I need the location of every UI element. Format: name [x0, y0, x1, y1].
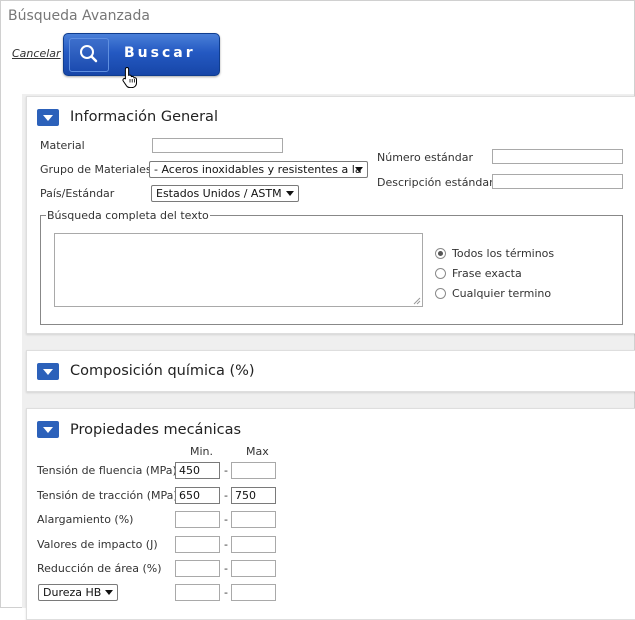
general-info-title: Información General [70, 109, 218, 125]
page-title: Búsqueda Avanzada [8, 8, 150, 24]
search-icon [69, 38, 109, 72]
max-column-header: Max [246, 445, 269, 458]
fulltext-search-textarea[interactable] [54, 233, 423, 307]
chemical-composition-title: Composición química (%) [70, 363, 255, 379]
hand-cursor-icon [122, 66, 137, 88]
elongation-min[interactable] [175, 511, 220, 528]
range-dash: - [224, 513, 228, 526]
country-standard-value: Estados Unidos / ASTM [156, 187, 282, 200]
yield-strength-min[interactable]: 450 [175, 462, 220, 479]
radio-all-terms-button[interactable] [435, 248, 446, 259]
material-group-value: - Aceros inoxidables y resistentes a la [154, 163, 362, 176]
area-reduction-min[interactable] [175, 560, 220, 577]
search-button[interactable]: Buscar [63, 33, 220, 76]
mechanical-properties-panel: Propiedades mecánicas Min. Max Tensión d… [26, 408, 635, 620]
general-info-toggle[interactable] [37, 109, 59, 126]
tensile-strength-max[interactable]: 750 [231, 487, 276, 504]
standard-number-input[interactable] [492, 149, 623, 164]
dropdown-arrow-icon [286, 191, 294, 196]
elongation-label: Alargamiento (%) [37, 513, 134, 526]
hardness-type-value: Dureza HB [43, 586, 102, 599]
radio-any-term-label: Cualquier termino [452, 287, 552, 300]
range-dash: - [224, 489, 228, 502]
chevron-down-icon [43, 427, 53, 433]
cancel-link[interactable]: Cancelar [12, 47, 61, 60]
impact-values-min[interactable] [175, 536, 220, 553]
resize-grip-icon[interactable] [413, 297, 421, 305]
chevron-down-icon [43, 369, 53, 375]
range-dash: - [224, 538, 228, 551]
search-button-label: Buscar [124, 45, 196, 61]
material-group-select[interactable]: - Aceros inoxidables y resistentes a la [149, 161, 368, 178]
standard-description-label: Descripción estándar [377, 176, 494, 189]
country-standard-label: País/Estándar [40, 187, 115, 200]
chemical-composition-panel: Composición química (%) [26, 350, 635, 392]
min-column-header: Min. [190, 445, 214, 458]
hardness-min[interactable] [175, 584, 220, 601]
impact-values-max[interactable] [231, 536, 276, 553]
dropdown-arrow-icon [355, 167, 363, 172]
yield-strength-label: Tensión de fluencia (MPa) [37, 464, 177, 477]
country-standard-select[interactable]: Estados Unidos / ASTM [151, 185, 299, 202]
impact-values-label: Valores de impacto (J) [37, 538, 158, 551]
standard-description-input[interactable] [492, 174, 623, 189]
fulltext-search-fieldset: Búsqueda completa del texto Todos los té… [40, 209, 623, 325]
material-label: Material [40, 139, 85, 152]
material-group-label: Grupo de Materiales [40, 163, 152, 176]
mechanical-properties-title: Propiedades mecánicas [70, 422, 242, 438]
area-reduction-max[interactable] [231, 560, 276, 577]
range-dash: - [224, 562, 228, 575]
chemical-composition-toggle[interactable] [37, 363, 59, 380]
tensile-strength-label: Tensión de tracción (MPa) [37, 489, 178, 502]
range-dash: - [224, 586, 228, 599]
form-scroll-area: Información General Material Grupo de Ma… [22, 94, 635, 620]
mechanical-properties-toggle[interactable] [37, 421, 59, 438]
fulltext-search-legend: Búsqueda completa del texto [46, 209, 210, 222]
general-info-panel: Información General Material Grupo de Ma… [26, 96, 635, 334]
dropdown-arrow-icon [105, 590, 113, 595]
radio-exact-phrase-button[interactable] [435, 268, 446, 279]
standard-number-label: Número estándar [377, 151, 473, 164]
hardness-type-select[interactable]: Dureza HB [38, 584, 118, 601]
material-input[interactable] [152, 138, 283, 153]
range-dash: - [224, 464, 228, 477]
chevron-down-icon [43, 115, 53, 121]
tensile-strength-min[interactable]: 650 [175, 487, 220, 504]
radio-any-term-button[interactable] [435, 288, 446, 299]
radio-exact-phrase-label: Frase exacta [452, 267, 522, 280]
hardness-max[interactable] [231, 584, 276, 601]
elongation-max[interactable] [231, 511, 276, 528]
yield-strength-max[interactable] [231, 462, 276, 479]
radio-all-terms-label: Todos los términos [452, 247, 555, 260]
area-reduction-label: Reducción de área (%) [37, 562, 162, 575]
